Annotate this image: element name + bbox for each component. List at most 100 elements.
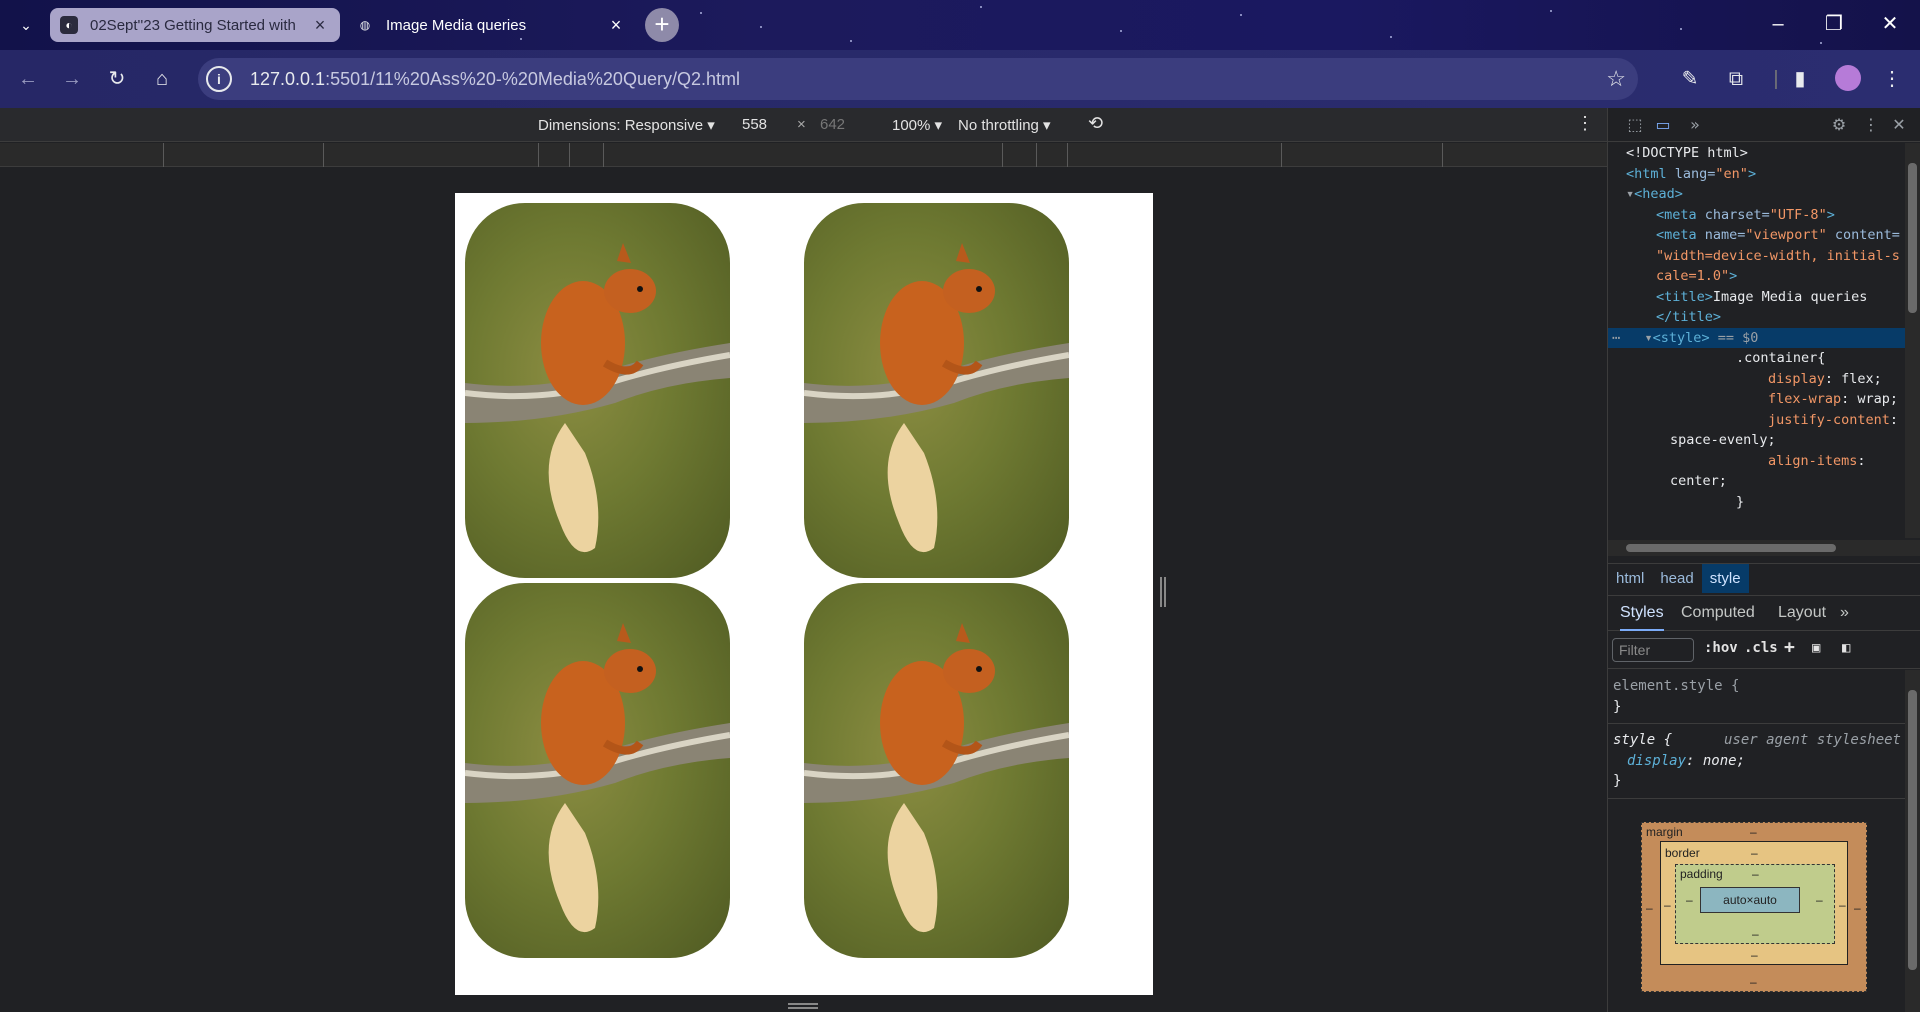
- dom-line-head[interactable]: ▾<head>: [1608, 184, 1906, 205]
- tab-title: 02Sept''23 Getting Started with: [90, 16, 296, 34]
- close-devtools-icon[interactable]: ✕: [1888, 114, 1910, 136]
- dimensions-dropdown[interactable]: Dimensions: Responsive ▾: [538, 116, 715, 134]
- cls-button[interactable]: .cls: [1744, 640, 1778, 656]
- tab-more[interactable]: »: [1840, 604, 1849, 622]
- times-label: ×: [797, 116, 806, 133]
- profile-avatar[interactable]: [1835, 65, 1861, 91]
- browser-window: ⌄ ◐ 02Sept''23 Getting Started with × ◍ …: [0, 0, 1920, 1012]
- tab-search-chevron-icon[interactable]: ⌄: [14, 13, 38, 37]
- hov-button[interactable]: :hov: [1704, 640, 1738, 656]
- rule-declaration[interactable]: display: none;: [1613, 751, 1901, 772]
- box-model-content: auto×auto: [1700, 887, 1800, 913]
- dom-line-title-close: </title>: [1656, 309, 1722, 325]
- menu-kebab-icon[interactable]: ⋮: [1878, 65, 1906, 93]
- tab-styles[interactable]: Styles: [1620, 604, 1664, 631]
- dom-line-css-justify: justify-content:: [1768, 411, 1899, 428]
- throttling-dropdown[interactable]: No throttling ▾: [958, 116, 1051, 134]
- rule-element-style[interactable]: element.style { }: [1608, 670, 1906, 724]
- devtools-menu-icon[interactable]: ⋮: [1860, 114, 1882, 136]
- paint-icon[interactable]: ▣: [1812, 640, 1820, 656]
- width-input[interactable]: 558: [742, 116, 767, 133]
- tab-getting-started[interactable]: ◐ 02Sept''23 Getting Started with ×: [50, 8, 340, 42]
- close-window-icon[interactable]: ✕: [1862, 0, 1918, 50]
- navigation-bar: ← → ↻ ⌂ i 127.0.0.1:5501/11%20Ass%20-%20…: [0, 50, 1920, 108]
- zoom-dropdown[interactable]: 100% ▾: [892, 116, 942, 134]
- margin-label: margin: [1646, 825, 1683, 839]
- rule-selector: style {user agent stylesheet: [1613, 730, 1901, 751]
- globe-icon: ◍: [359, 18, 371, 32]
- devtools-panel: ⬚ ▭ » ⚙ ⋮ ✕ <!DOCTYPE html> <html lang="…: [1607, 108, 1920, 1012]
- box-model-border: border – – – – padding – – – – auto×auto: [1660, 841, 1848, 965]
- device-toggle-icon[interactable]: ▭: [1652, 114, 1674, 136]
- title-bar: ⌄ ◐ 02Sept''23 Getting Started with × ◍ …: [0, 0, 1920, 50]
- dom-horizontal-scrollbar[interactable]: [1608, 540, 1920, 556]
- styles-scrollbar[interactable]: [1905, 670, 1920, 1012]
- restore-icon[interactable]: ❐: [1806, 0, 1862, 50]
- url-text: 127.0.0.1:5501/11%20Ass%20-%20Media%20Qu…: [250, 69, 740, 90]
- dom-line-css-flexwrap: flex-wrap: wrap;: [1768, 391, 1899, 407]
- tab-favicon-icon: ◐: [60, 16, 78, 34]
- tab-layout[interactable]: Layout: [1778, 604, 1826, 622]
- rule-close: }: [1613, 773, 1622, 789]
- forward-icon[interactable]: →: [58, 65, 86, 93]
- viewport-resize-handle-bottom[interactable]: [788, 1003, 818, 1009]
- user-agent-label: user agent stylesheet: [1723, 732, 1901, 748]
- styles-filter-input[interactable]: Filter: [1612, 638, 1694, 662]
- tab-close-icon[interactable]: ×: [606, 15, 626, 36]
- dom-line-meta-charset[interactable]: <meta charset="UTF-8">: [1608, 205, 1906, 226]
- styles-subtabs: Styles Computed Layout »: [1608, 595, 1920, 631]
- dom-vertical-scrollbar[interactable]: [1905, 143, 1920, 538]
- squirrel-image: [465, 583, 730, 958]
- rotate-icon[interactable]: ⟲: [1088, 113, 1103, 134]
- device-toolbar: Dimensions: Responsive ▾ 558 × 642 100% …: [0, 108, 1607, 142]
- more-tabs-icon[interactable]: »: [1684, 114, 1706, 136]
- bookmark-star-icon[interactable]: ☆: [1606, 66, 1626, 92]
- emulated-viewport: [455, 193, 1153, 995]
- style-rules: element.style { } style {user agent styl…: [1608, 670, 1906, 799]
- border-label: border: [1665, 846, 1700, 860]
- new-tab-button[interactable]: +: [645, 8, 679, 42]
- dom-line-css-container: .container{: [1736, 350, 1826, 366]
- tab-computed[interactable]: Computed: [1681, 604, 1755, 622]
- tab-image-media-queries[interactable]: ◍ Image Media queries ×: [346, 8, 636, 42]
- padding-label: padding: [1680, 867, 1723, 881]
- height-input[interactable]: 642: [820, 116, 845, 133]
- extensions-icon[interactable]: ⧉: [1722, 65, 1750, 93]
- rule-selector: element.style {: [1613, 678, 1740, 694]
- settings-gear-icon[interactable]: ⚙: [1828, 114, 1850, 136]
- dom-line-title[interactable]: <title>Image Media queries: [1608, 287, 1906, 308]
- breadcrumb: html head style: [1608, 563, 1920, 595]
- tab-title: Image Media queries: [386, 16, 527, 34]
- dom-line-meta-viewport-cont: "width=device-width, initial-s: [1656, 247, 1900, 264]
- address-bar[interactable]: i 127.0.0.1:5501/11%20Ass%20-%20Media%20…: [198, 58, 1638, 100]
- toggle-sidebar-icon[interactable]: ◧: [1842, 640, 1850, 656]
- home-icon[interactable]: ⌂: [148, 65, 176, 93]
- rule-style-uas[interactable]: style {user agent stylesheet display: no…: [1608, 724, 1906, 799]
- device-toolbar-more-icon[interactable]: ⋮: [1576, 113, 1594, 134]
- squirrel-image: [804, 583, 1069, 958]
- dom-line-doctype[interactable]: <!DOCTYPE html>: [1608, 143, 1906, 164]
- dom-line-html[interactable]: <html lang="en">: [1608, 164, 1906, 185]
- tab-close-icon[interactable]: ×: [310, 15, 330, 36]
- squirrel-image: [804, 203, 1069, 578]
- dom-line-meta-viewport[interactable]: <meta name="viewport" content=: [1608, 225, 1906, 246]
- back-icon[interactable]: ←: [14, 65, 42, 93]
- dom-line-css-align: align-items:: [1768, 452, 1866, 469]
- emulation-stage: [0, 167, 1607, 1012]
- media-query-ruler[interactable]: [0, 143, 1607, 167]
- breadcrumb-head[interactable]: head: [1652, 564, 1701, 593]
- side-panel-icon[interactable]: ▮: [1786, 65, 1814, 93]
- breadcrumb-style[interactable]: style: [1701, 564, 1749, 593]
- inspect-element-icon[interactable]: ⬚: [1624, 114, 1646, 136]
- viewport-resize-handle-right[interactable]: [1160, 577, 1166, 607]
- reload-icon[interactable]: ↻: [103, 65, 131, 93]
- dom-tree[interactable]: <!DOCTYPE html> <html lang="en"> ▾<head>…: [1608, 143, 1906, 538]
- dom-line-css-center: center;: [1670, 473, 1727, 489]
- site-info-icon[interactable]: i: [206, 66, 232, 92]
- new-rule-icon[interactable]: +: [1784, 637, 1795, 658]
- eyedropper-icon[interactable]: ✎: [1676, 65, 1704, 93]
- dom-line-style-selected[interactable]: ⋯ ▾<style> == $0: [1608, 327, 1906, 348]
- minimize-icon[interactable]: –: [1750, 0, 1806, 50]
- dom-line-css-display: display: flex;: [1768, 370, 1882, 387]
- breadcrumb-html[interactable]: html: [1608, 564, 1652, 593]
